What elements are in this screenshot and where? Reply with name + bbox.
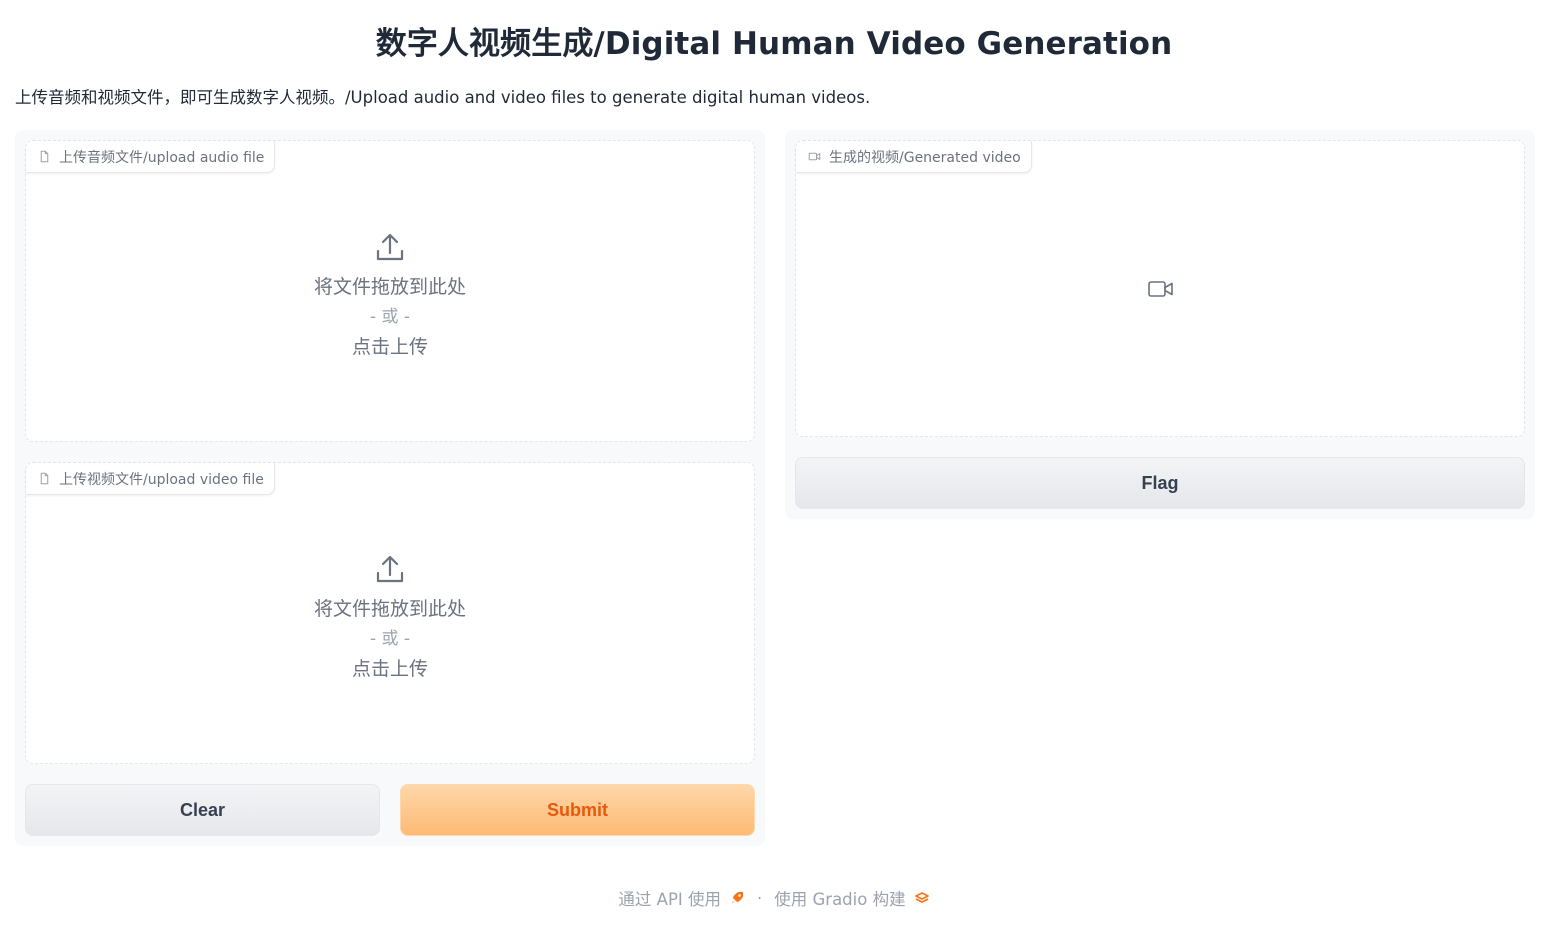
audio-or-text: - 或 - bbox=[369, 307, 411, 327]
audio-upload-dropzone[interactable]: 上传音频文件/upload audio file 将文件拖放到此处 - 或 - … bbox=[25, 140, 755, 442]
file-icon bbox=[40, 150, 49, 163]
rocket-icon bbox=[732, 892, 743, 903]
audio-click-upload-text[interactable]: 点击上传 bbox=[352, 333, 428, 361]
video-camera-icon bbox=[808, 152, 821, 161]
video-drop-text: 将文件拖放到此处 bbox=[313, 598, 466, 620]
audio-upload-label-text: 上传音频文件/upload audio file bbox=[59, 149, 265, 166]
audio-drop-text: 将文件拖放到此处 bbox=[313, 276, 466, 298]
audio-drop-area[interactable]: 将文件拖放到此处 - 或 - 点击上传 bbox=[26, 231, 754, 361]
footer: 通过 API 使用 · 使用 Gradio 构建 bbox=[0, 886, 1548, 910]
generated-video-label-text: 生成的视频/Generated video bbox=[829, 149, 1021, 166]
built-with-gradio-link[interactable]: 使用 Gradio 构建 bbox=[774, 886, 905, 910]
video-upload-dropzone[interactable]: 上传视频文件/upload video file 将文件拖放到此处 - 或 - … bbox=[25, 462, 755, 764]
gradio-logo-icon bbox=[914, 892, 929, 903]
generated-video-label: 生成的视频/Generated video bbox=[796, 141, 1032, 173]
generated-video-player: 生成的视频/Generated video bbox=[795, 140, 1525, 437]
use-via-api-link[interactable]: 通过 API 使用 bbox=[618, 886, 721, 910]
video-upload-label-text: 上传视频文件/upload video file bbox=[59, 471, 264, 488]
video-click-upload-text[interactable]: 点击上传 bbox=[352, 655, 428, 683]
submit-button[interactable]: Submit bbox=[400, 784, 755, 836]
video-camera-icon bbox=[1148, 281, 1173, 297]
upload-icon bbox=[376, 555, 404, 583]
video-upload-label: 上传视频文件/upload video file bbox=[26, 463, 275, 495]
file-icon bbox=[40, 472, 49, 485]
clear-button[interactable]: Clear bbox=[25, 784, 380, 836]
input-panel: 上传音频文件/upload audio file 将文件拖放到此处 - 或 - … bbox=[15, 130, 765, 846]
footer-separator: · bbox=[757, 888, 763, 908]
upload-icon bbox=[376, 233, 404, 261]
audio-upload-label: 上传音频文件/upload audio file bbox=[26, 141, 276, 173]
page-title: 数字人视频生成/Digital Human Video Generation bbox=[375, 26, 1173, 62]
video-or-text: - 或 - bbox=[369, 629, 411, 649]
flag-button[interactable]: Flag bbox=[795, 457, 1525, 509]
output-panel: 生成的视频/Generated video Flag bbox=[785, 130, 1535, 519]
video-drop-area[interactable]: 将文件拖放到此处 - 或 - 点击上传 bbox=[26, 553, 754, 683]
page-description: 上传音频和视频文件，即可生成数字人视频。/Upload audio and vi… bbox=[15, 88, 871, 107]
